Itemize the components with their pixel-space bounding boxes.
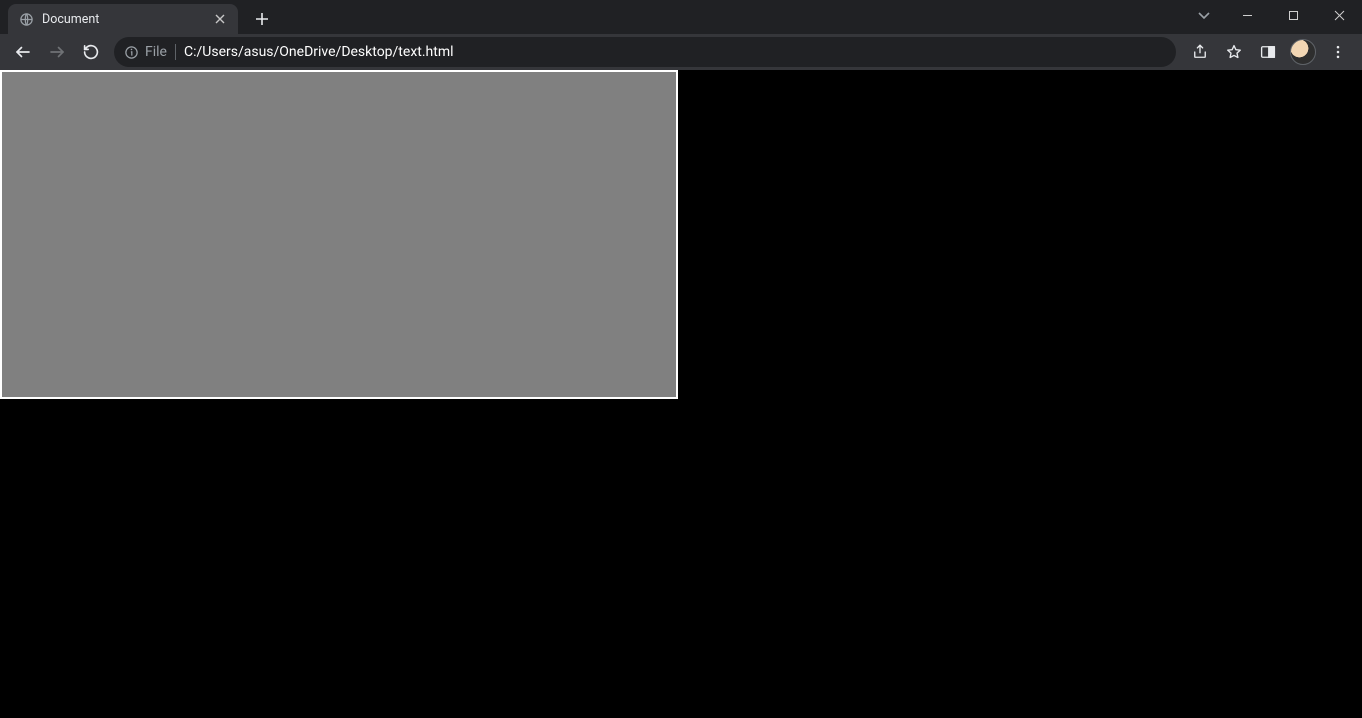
divider	[175, 44, 176, 60]
url-text: C:/Users/asus/OneDrive/Desktop/text.html	[184, 44, 454, 60]
toolbar: File C:/Users/asus/OneDrive/Desktop/text…	[0, 34, 1362, 70]
url-scheme: File	[145, 44, 167, 60]
profile-avatar[interactable]	[1290, 39, 1316, 65]
gray-box	[0, 70, 678, 399]
tab-close-button[interactable]	[212, 11, 228, 27]
reload-button[interactable]	[76, 37, 106, 67]
new-tab-button[interactable]	[248, 5, 276, 33]
tab-search-button[interactable]	[1188, 0, 1220, 30]
site-info-button[interactable]: File	[124, 44, 167, 60]
tab-title: Document	[42, 12, 204, 27]
window-minimize-button[interactable]	[1224, 0, 1270, 30]
globe-icon	[18, 11, 34, 27]
share-button[interactable]	[1184, 37, 1216, 67]
page-viewport	[0, 70, 1362, 718]
bookmark-star-button[interactable]	[1218, 37, 1250, 67]
titlebar: Document	[0, 0, 1362, 34]
window-maximize-button[interactable]	[1270, 0, 1316, 30]
toolbar-right-actions	[1184, 37, 1354, 67]
forward-button[interactable]	[42, 37, 72, 67]
window-close-button[interactable]	[1316, 0, 1362, 30]
browser-tab[interactable]: Document	[8, 4, 238, 34]
menu-button[interactable]	[1322, 37, 1354, 67]
url-path: C:/Users/asus/OneDrive/Desktop/text.html	[184, 44, 454, 60]
window-controls	[1188, 0, 1362, 30]
back-button[interactable]	[8, 37, 38, 67]
side-panel-button[interactable]	[1252, 37, 1284, 67]
address-bar[interactable]: File C:/Users/asus/OneDrive/Desktop/text…	[114, 37, 1176, 67]
